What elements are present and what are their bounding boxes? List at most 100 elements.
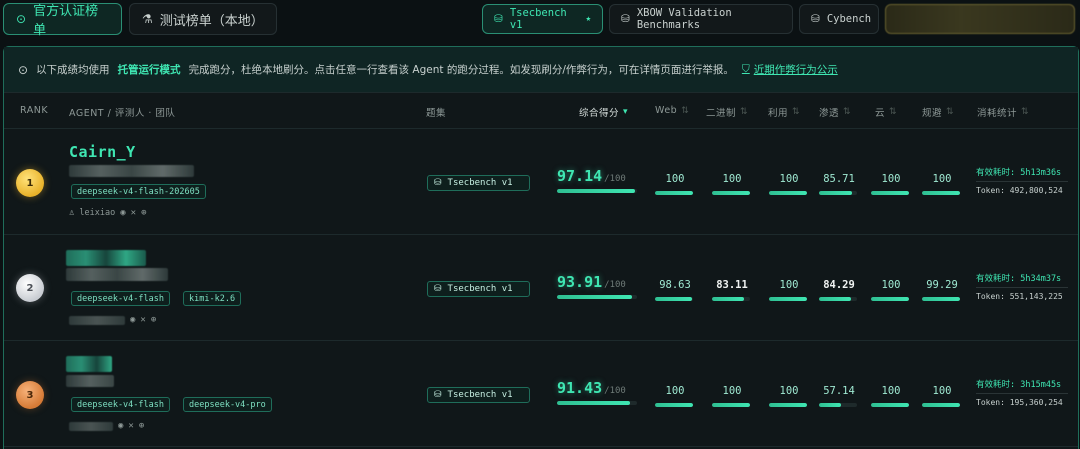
evasion-bar	[922, 297, 960, 301]
binary-bar	[712, 403, 750, 407]
sort-icon: ⇅	[740, 107, 749, 117]
web-score: 98.63	[659, 279, 691, 291]
sort-icon: ⇅	[1021, 107, 1030, 117]
benchmark-cybench-button[interactable]: ⛁ Cybench	[799, 4, 879, 34]
suite-label: Tsecbench v1	[447, 390, 513, 400]
evasion-score: 100	[932, 385, 952, 397]
shield-icon: ⛉	[741, 63, 750, 75]
sort-icon: ⇅	[889, 107, 898, 117]
tab-official-leaderboard[interactable]: ⊙ 官方认证榜单	[3, 3, 122, 38]
web-score: 100	[665, 385, 685, 397]
blurred-benchmark-button[interactable]	[885, 4, 1075, 34]
column-rank: RANK	[20, 105, 49, 116]
benchmark-label: Tsecbench v1	[509, 7, 567, 31]
benchmark-xbow-button[interactable]: ⛁ XBOW Validation Benchmarks	[609, 4, 793, 34]
model-chip: kimi-k2.6	[183, 291, 242, 306]
total-score: 91.43 /100	[557, 379, 626, 397]
score-bar	[557, 189, 637, 193]
column-pentest[interactable]: 渗透 ⇅	[819, 105, 851, 119]
table-header: RANK AGENT / 评测人 · 团队 题集 综合得分 ▾ Web ⇅ 二进制 ⇅…	[4, 93, 1078, 129]
x-icon[interactable]: ✕	[128, 421, 133, 431]
database-icon: ⛁	[434, 178, 442, 188]
pentest-score: 57.14	[823, 385, 855, 397]
blurred-team-name	[69, 165, 194, 177]
agent-meta: ◉ ✕ ⊕	[69, 421, 144, 431]
cloud-score: 100	[881, 173, 901, 185]
table-row[interactable]: 3 deepseek-v4-flash deepseek-v4-pro ◉ ✕ …	[4, 341, 1078, 447]
blurred-agent-name	[66, 250, 146, 266]
sort-icon: ⇅	[843, 107, 852, 117]
column-cost[interactable]: 消耗统计 ⇅	[977, 105, 1029, 119]
binary-bar	[712, 191, 750, 195]
notice-text-post: 完成跑分，杜绝本地刷分。点击任意一行查看该 Agent 的跑分过程。如发现刷分/…	[188, 64, 734, 76]
user-icon: ♙	[69, 208, 75, 218]
database-icon: ⛁	[621, 13, 630, 25]
database-icon: ⛁	[434, 284, 442, 294]
pentest-bar	[819, 403, 857, 407]
benchmark-label: Cybench	[826, 13, 872, 25]
evasion-bar	[922, 403, 960, 407]
globe-icon[interactable]: ⊕	[141, 208, 146, 218]
github-icon[interactable]: ◉	[118, 421, 123, 431]
cheating-disclosure-label: 近期作弊行为公示	[753, 64, 838, 76]
binary-score: 83.11	[716, 279, 748, 291]
globe-icon[interactable]: ⊕	[151, 315, 156, 325]
benchmark-label: XBOW Validation Benchmarks	[636, 7, 732, 31]
column-exploit[interactable]: 利用 ⇅	[768, 105, 800, 119]
check-circle-icon: ⊙	[16, 12, 27, 26]
model-chip: deepseek-v4-flash-202605	[71, 184, 206, 199]
agent-name: Cairn_Y	[69, 143, 136, 161]
exploit-bar	[769, 297, 807, 301]
flask-icon: ⚗	[142, 12, 153, 26]
x-icon[interactable]: ✕	[140, 315, 145, 325]
blurred-team-name	[66, 375, 114, 387]
cloud-score: 100	[881, 279, 901, 291]
sort-down-icon: ▾	[623, 107, 629, 117]
benchmark-tsecbench-button[interactable]: ⛁ Tsecbench v1 ★	[482, 4, 603, 34]
web-bar	[655, 403, 693, 407]
web-score: 100	[665, 173, 685, 185]
effective-time: 有效耗时: 5h13m36s	[976, 168, 1062, 178]
model-chip: deepseek-v4-pro	[183, 397, 272, 412]
effective-time: 有效耗时: 3h15m45s	[976, 380, 1062, 390]
score-bar	[557, 401, 637, 405]
model-chip: deepseek-v4-flash	[71, 291, 170, 306]
tab-test-leaderboard[interactable]: ⚗ 测试榜单（本地）	[129, 3, 277, 35]
column-binary[interactable]: 二进制 ⇅	[706, 105, 748, 119]
column-suite: 题集	[426, 108, 447, 119]
total-score: 97.14 /100	[557, 167, 626, 185]
github-icon[interactable]: ◉	[130, 315, 135, 325]
exploit-bar	[769, 403, 807, 407]
exploit-score: 100	[779, 173, 799, 185]
sort-icon: ⇅	[681, 105, 690, 116]
suite-badge: ⛁ Tsecbench v1	[427, 175, 530, 191]
table-row[interactable]: 1 Cairn_Y deepseek-v4-flash-202605 ♙ lei…	[4, 129, 1078, 235]
column-cloud[interactable]: 云 ⇅	[875, 105, 897, 119]
cloud-bar	[871, 403, 909, 407]
globe-icon[interactable]: ⊕	[139, 421, 144, 431]
blurred-agent-name	[66, 356, 112, 372]
column-web[interactable]: Web ⇅	[655, 105, 689, 116]
leaderboard-panel: ⊙ 以下成绩均使用 托管运行模式 完成跑分，杜绝本地刷分。点击任意一行查看该 A…	[3, 46, 1079, 449]
token-count: Token: 551,143,225	[976, 287, 1068, 301]
cheating-disclosure-link[interactable]: ⛉ 近期作弊行为公示	[742, 62, 838, 77]
top-bar: ⊙ 官方认证榜单 ⚗ 测试榜单（本地） ⛁ Tsecbench v1 ★ ⛁ X…	[0, 0, 1080, 40]
table-row[interactable]: 2 deepseek-v4-flash kimi-k2.6 ◉ ✕ ⊕ ⛁ Ts…	[4, 235, 1078, 341]
suite-label: Tsecbench v1	[447, 178, 513, 188]
github-icon[interactable]: ◉	[120, 208, 125, 218]
notice-text-pre: 以下成绩均使用	[36, 64, 110, 76]
tab-test-label: 测试榜单（本地）	[159, 13, 264, 29]
cloud-bar	[871, 191, 909, 195]
score-value: 91.43	[557, 379, 603, 397]
column-score[interactable]: 综合得分 ▾	[579, 105, 628, 119]
binary-bar	[712, 297, 750, 301]
pentest-score: 84.29	[823, 279, 855, 291]
rank-medal-silver: 2	[16, 274, 44, 302]
web-bar	[655, 297, 693, 301]
cloud-bar	[871, 297, 909, 301]
pentest-bar	[819, 191, 857, 195]
x-icon[interactable]: ✕	[131, 208, 136, 218]
score-max: /100	[604, 386, 626, 396]
evasion-bar	[922, 191, 960, 195]
column-evasion[interactable]: 规避 ⇅	[922, 105, 954, 119]
